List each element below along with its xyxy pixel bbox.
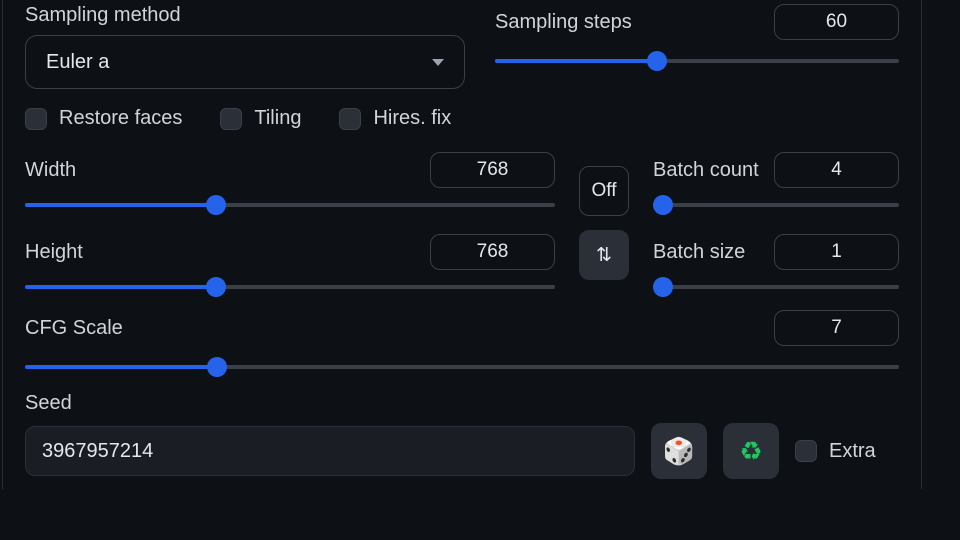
checkbox-box [220,108,242,130]
width-input[interactable]: 768 [430,152,555,188]
height-label: Height [25,241,83,264]
seed-field: Seed 3967957214 🎲 ♻ Extra [25,392,899,479]
dice-icon: 🎲 [663,436,695,467]
batch-size-value: 1 [831,241,842,263]
batch-count-input[interactable]: 4 [774,152,899,188]
generation-settings-panel: Sampling method Euler a Sampling steps 6… [2,0,922,489]
height-input[interactable]: 768 [430,234,555,270]
extra-checkbox[interactable]: Extra [795,440,876,463]
restore-faces-checkbox[interactable]: Restore faces [25,107,182,130]
batch-count-label: Batch count [653,159,759,182]
batch-size-field: Batch size 1 [653,234,899,294]
dimensions-left: Width 768 Height 768 [25,152,555,294]
cfg-scale-input[interactable]: 7 [774,310,899,346]
cfg-scale-slider[interactable] [25,360,899,374]
sampling-steps-value: 60 [826,11,847,33]
off-button-label: Off [592,180,617,202]
swap-icon: ⇅ [596,244,612,267]
batch-size-slider[interactable] [653,280,899,294]
seed-value: 3967957214 [42,440,153,463]
height-slider[interactable] [25,280,555,294]
checkbox-box [795,440,817,462]
tiling-checkbox[interactable]: Tiling [220,107,301,130]
sampling-steps-field: Sampling steps 60 [495,4,899,68]
cfg-scale-value: 7 [831,317,842,339]
cfg-scale-field: CFG Scale 7 [25,310,899,374]
sampling-method-field: Sampling method Euler a [25,4,465,89]
batch-size-label: Batch size [653,241,745,264]
sampling-method-dropdown[interactable]: Euler a [25,35,465,89]
hires-fix-label: Hires. fix [373,107,451,130]
recycle-icon: ♻ [739,436,762,467]
batch-count-value: 4 [831,159,842,181]
swap-dimensions-button[interactable]: ⇅ [579,230,629,280]
sampling-steps-slider[interactable] [495,54,899,68]
reuse-seed-button[interactable]: ♻ [723,423,779,479]
height-field: Height 768 [25,234,555,294]
sampling-steps-label: Sampling steps [495,11,632,34]
restore-faces-label: Restore faces [59,107,182,130]
batch-column: Batch count 4 Batch size 1 [653,152,899,294]
sampling-row: Sampling method Euler a Sampling steps 6… [25,4,899,89]
off-button[interactable]: Off [579,166,629,216]
batch-size-input[interactable]: 1 [774,234,899,270]
sampling-steps-input[interactable]: 60 [774,4,899,40]
width-value: 768 [477,159,509,181]
sampling-method-value: Euler a [46,51,109,74]
cfg-scale-label: CFG Scale [25,317,123,340]
tiling-label: Tiling [254,107,301,130]
height-value: 768 [477,241,509,263]
width-label: Width [25,159,76,182]
seed-input[interactable]: 3967957214 [25,426,635,476]
batch-count-field: Batch count 4 [653,152,899,212]
batch-count-slider[interactable] [653,198,899,212]
random-seed-button[interactable]: 🎲 [651,423,707,479]
dimensions-buttons: Off ⇅ [579,166,629,280]
seed-label: Seed [25,392,899,415]
chevron-down-icon [432,59,444,66]
width-slider[interactable] [25,198,555,212]
checkbox-box [339,108,361,130]
sampling-method-label: Sampling method [25,4,465,27]
hires-fix-checkbox[interactable]: Hires. fix [339,107,451,130]
width-field: Width 768 [25,152,555,212]
options-checkboxes: Restore faces Tiling Hires. fix [25,107,899,130]
extra-label: Extra [829,440,876,463]
checkbox-box [25,108,47,130]
dimensions-row: Width 768 Height 768 [25,152,899,294]
